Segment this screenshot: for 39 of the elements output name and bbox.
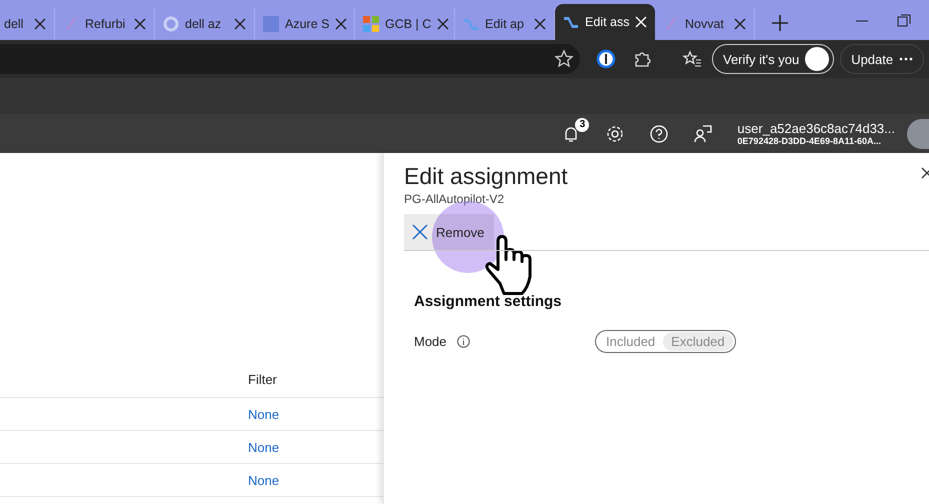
ribbon-logo-icon	[463, 16, 479, 32]
info-icon[interactable]	[456, 335, 470, 348]
filter-link[interactable]: None	[248, 472, 280, 488]
browser-tab[interactable]: Edit ass	[555, 4, 655, 40]
notification-badge: 3	[575, 118, 590, 132]
update-button[interactable]: Update	[840, 44, 924, 74]
close-icon[interactable]	[34, 18, 46, 30]
restore-icon[interactable]	[897, 14, 911, 28]
mode-option[interactable]: Included	[598, 332, 664, 351]
password-manager-icon[interactable]	[596, 49, 616, 69]
close-icon[interactable]	[734, 18, 746, 30]
filter-link[interactable]: None	[248, 440, 280, 454]
close-icon[interactable]	[134, 18, 146, 30]
mode-option[interactable]: Excluded	[663, 332, 733, 351]
mode-label: Mode	[414, 334, 447, 349]
avatar[interactable]	[907, 118, 929, 148]
panel-title: Edit assignment	[404, 163, 568, 190]
tenant-id: 0E792428-D3DD-4E69-8A11-60A...	[737, 136, 882, 146]
more-icon[interactable]	[899, 57, 914, 61]
favorites-icon[interactable]	[682, 49, 702, 69]
section-title: Assignment settings	[414, 293, 563, 310]
feedback-icon[interactable]	[693, 124, 714, 144]
settings-icon[interactable]	[605, 124, 626, 144]
help-icon[interactable]	[649, 124, 670, 144]
four-squares-icon	[363, 16, 379, 32]
x-icon	[412, 224, 428, 240]
close-icon[interactable]	[335, 18, 348, 30]
close-icon[interactable]	[534, 18, 546, 30]
user-name[interactable]: user_a52ae36c8ac74d33...	[737, 121, 895, 136]
column-header: Filter	[248, 372, 277, 387]
filter-link[interactable]: None	[248, 406, 280, 422]
close-icon[interactable]	[437, 18, 450, 30]
close-icon[interactable]	[234, 18, 246, 30]
star-icon[interactable]	[554, 49, 574, 69]
panel-subtitle: PG-AllAutopilot-V2	[404, 192, 506, 206]
mode-toggle[interactable]: Included Excluded	[595, 330, 736, 353]
remove-button[interactable]: Remove	[404, 214, 494, 250]
ribbon-logo-icon	[563, 14, 579, 30]
verify-button[interactable]: Verify it's you	[712, 44, 834, 74]
